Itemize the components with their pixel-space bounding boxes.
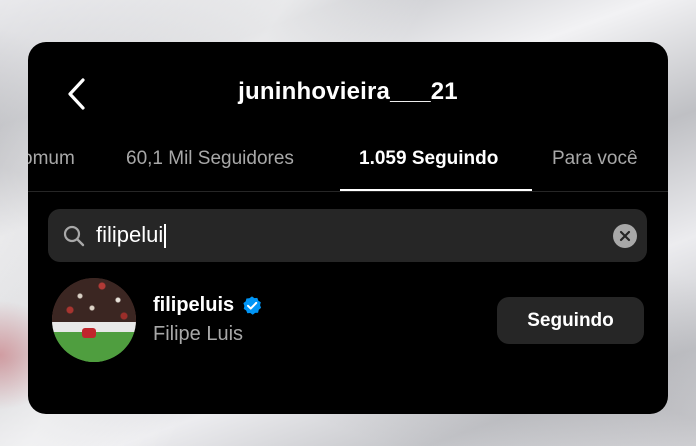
- result-username[interactable]: filipeluis: [153, 294, 234, 317]
- avatar-player: [82, 328, 96, 338]
- following-button[interactable]: Seguindo: [497, 297, 644, 344]
- clear-search-button[interactable]: [613, 224, 637, 248]
- avatar-crowd: [52, 278, 136, 324]
- active-tab-indicator: [340, 189, 532, 191]
- tab-for-you[interactable]: Para você: [552, 148, 638, 170]
- tab-followers[interactable]: 60,1 Mil Seguidores: [126, 148, 294, 170]
- header: juninhovieira___21: [28, 42, 668, 142]
- tab-following[interactable]: 1.059 Seguindo: [359, 148, 498, 170]
- list-item[interactable]: filipeluis Filipe Luis Seguindo: [28, 272, 668, 368]
- search-input[interactable]: filipelui: [96, 222, 167, 249]
- search-input-text: filipelui: [96, 222, 164, 247]
- following-list-panel: juninhovieira___21 omum 60,1 Mil Seguido…: [28, 42, 668, 414]
- tab-common[interactable]: omum: [28, 148, 75, 170]
- search-icon: [63, 225, 85, 247]
- tab-bar: omum 60,1 Mil Seguidores 1.059 Seguindo …: [28, 142, 668, 192]
- clear-icon: [619, 230, 631, 242]
- text-caret: [164, 224, 167, 249]
- verified-badge-icon: [243, 296, 262, 315]
- search-field[interactable]: filipelui: [48, 209, 647, 262]
- result-full-name: Filipe Luis: [153, 323, 244, 345]
- page-title: juninhovieira___21: [238, 78, 458, 105]
- avatar[interactable]: [52, 278, 136, 362]
